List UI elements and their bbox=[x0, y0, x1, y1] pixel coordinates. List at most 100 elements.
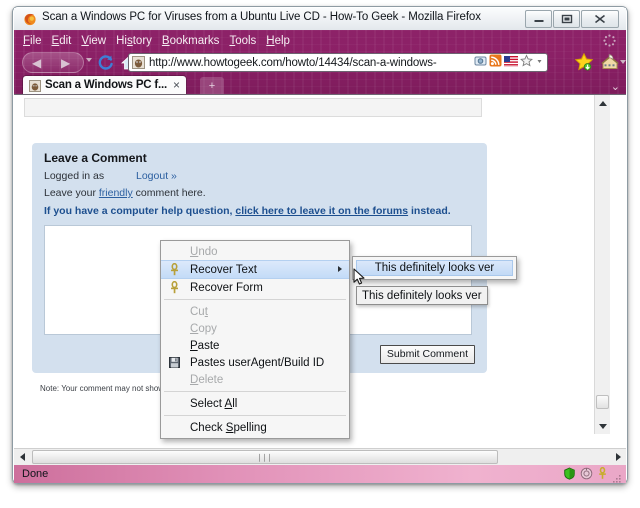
scroll-up-button[interactable] bbox=[595, 95, 610, 111]
menu-bookmarks[interactable]: Bookmarks bbox=[162, 35, 220, 47]
context-menu-item-label: Select All bbox=[190, 397, 238, 410]
addon-circle-icon[interactable] bbox=[580, 467, 593, 485]
context-menu-item-copy: Copy bbox=[161, 320, 349, 337]
submit-comment-button[interactable]: Submit Comment bbox=[379, 345, 475, 364]
bookmark-star-icon[interactable] bbox=[574, 52, 594, 72]
logout-link[interactable]: Logout » bbox=[136, 170, 177, 182]
recover-text-submenu[interactable]: This definitely looks ver bbox=[352, 256, 517, 280]
context-menu-item-delete: Delete bbox=[161, 371, 349, 388]
submenu-item-recovered-text[interactable]: This definitely looks ver bbox=[356, 260, 513, 276]
context-menu-separator bbox=[164, 391, 346, 392]
site-identity-icon bbox=[132, 56, 145, 69]
home-toolbar-icon[interactable] bbox=[600, 53, 620, 72]
context-menu-item-recover-form[interactable]: Recover Form bbox=[161, 279, 349, 296]
context-menu-item-label: Undo bbox=[190, 245, 218, 258]
context-menu-item-pastes-useragent[interactable]: Pastes userAgent/Build ID bbox=[161, 354, 349, 371]
context-menu-item-paste[interactable]: Paste bbox=[161, 337, 349, 354]
url-text[interactable]: http://www.howtogeek.com/howto/14434/sca… bbox=[149, 57, 474, 69]
scroll-right-button[interactable] bbox=[610, 449, 626, 465]
identity-camera-icon[interactable] bbox=[474, 54, 487, 71]
leave-comment-line: Leave your friendly comment here. bbox=[44, 187, 206, 199]
menu-tools[interactable]: Tools bbox=[229, 35, 256, 47]
menu-view[interactable]: View bbox=[81, 35, 106, 47]
tab-label: Scan a Windows PC f... bbox=[45, 79, 168, 91]
new-tab-button[interactable]: + bbox=[200, 77, 224, 94]
page-vertical-scrollbar[interactable] bbox=[594, 95, 610, 434]
context-menu-separator bbox=[164, 415, 346, 416]
resize-grip-icon[interactable] bbox=[612, 471, 622, 483]
tab-strip: Scan a Windows PC f... × + ⌄ bbox=[14, 76, 626, 94]
menu-file[interactable]: File bbox=[23, 35, 42, 47]
vertical-scroll-thumb[interactable] bbox=[596, 395, 609, 409]
scroll-left-button[interactable] bbox=[14, 449, 30, 465]
context-menu-item-check-spelling[interactable]: Check Spelling bbox=[161, 419, 349, 436]
help-prefix: If you have a computer help question, bbox=[44, 205, 236, 217]
forward-button[interactable]: ▶ bbox=[61, 56, 70, 70]
context-menu-item-label: Delete bbox=[190, 373, 224, 386]
url-bar[interactable]: http://www.howtogeek.com/howto/14434/sca… bbox=[128, 53, 548, 72]
bookmark-star-outline-icon[interactable] bbox=[520, 54, 533, 71]
window-controls bbox=[525, 10, 619, 28]
url-bar-icons bbox=[474, 54, 547, 71]
reload-icon[interactable] bbox=[96, 53, 115, 72]
toolbar-overflow-chevron-icon[interactable] bbox=[620, 60, 626, 64]
screenshot-root: Scan a Windows PC for Viruses from a Ubu… bbox=[0, 0, 640, 508]
logged-in-label: Logged in as bbox=[44, 170, 105, 182]
context-menu-item-label: Paste bbox=[190, 339, 220, 352]
site-favicon bbox=[29, 79, 41, 92]
menu-bar: File Edit View History Bookmarks Tools H… bbox=[14, 32, 290, 50]
menu-history[interactable]: History bbox=[116, 35, 152, 47]
navigation-toolbar: ◀ ▶ http://www.howtogeek.com/howto/14434… bbox=[14, 50, 626, 76]
context-menu-item-recover-text[interactable]: Recover Text bbox=[161, 260, 349, 279]
context-menu-item-label: Pastes userAgent/Build ID bbox=[190, 356, 325, 369]
scroll-thumb-grip: ∣∣∣ bbox=[257, 452, 273, 462]
minimize-button[interactable] bbox=[525, 10, 552, 28]
context-menu-item-label: Copy bbox=[190, 322, 217, 335]
chevron-down-icon[interactable] bbox=[86, 58, 92, 62]
panel-title: Leave a Comment bbox=[44, 151, 147, 165]
mouse-cursor-icon bbox=[353, 268, 366, 292]
ankh-icon bbox=[168, 280, 181, 294]
window-title: Scan a Windows PC for Viruses from a Ubu… bbox=[42, 11, 481, 23]
leave-suffix: comment here. bbox=[132, 187, 206, 199]
ankh-icon[interactable] bbox=[597, 466, 608, 485]
firefox-icon bbox=[23, 12, 37, 26]
back-forward-group: ◀ ▶ bbox=[22, 52, 84, 73]
status-bar: Done bbox=[14, 465, 626, 483]
friendly-link[interactable]: friendly bbox=[99, 187, 133, 199]
submenu-tooltip: This definitely looks ver bbox=[356, 286, 488, 305]
context-menu-item-label: Recover Form bbox=[190, 281, 263, 294]
context-menu-item-label: Cut bbox=[190, 305, 208, 318]
tab-active[interactable]: Scan a Windows PC f... × bbox=[23, 76, 187, 94]
page-horizontal-scrollbar[interactable]: ∣∣∣ bbox=[14, 448, 626, 465]
comment-moderation-note: Note: Your comment may not show up i bbox=[40, 384, 180, 393]
floppy-icon bbox=[168, 356, 181, 369]
submenu-arrow-icon bbox=[338, 266, 342, 272]
forums-link[interactable]: click here to leave it on the forums bbox=[235, 205, 408, 217]
context-menu[interactable]: Undo Recover Text Recover Form Cut Copy … bbox=[160, 240, 350, 439]
context-menu-item-cut: Cut bbox=[161, 303, 349, 320]
status-text: Done bbox=[22, 468, 49, 480]
help-suffix: instead. bbox=[408, 205, 451, 217]
url-dropdown-chevron-icon[interactable] bbox=[535, 54, 544, 71]
close-button[interactable] bbox=[581, 10, 619, 28]
horizontal-scroll-thumb[interactable]: ∣∣∣ bbox=[32, 450, 498, 464]
context-menu-item-label: Check Spelling bbox=[190, 421, 267, 434]
tab-list-chevron-icon[interactable]: ⌄ bbox=[611, 80, 620, 93]
rss-feed-icon[interactable] bbox=[489, 54, 502, 71]
context-menu-item-select-all[interactable]: Select All bbox=[161, 395, 349, 412]
maximize-button[interactable] bbox=[553, 10, 580, 28]
scroll-down-button[interactable] bbox=[595, 418, 610, 434]
throbber-icon bbox=[603, 34, 616, 47]
menu-edit[interactable]: Edit bbox=[52, 35, 72, 47]
page-header-placeholder bbox=[24, 98, 482, 117]
leave-prefix: Leave your bbox=[44, 187, 99, 199]
menu-help[interactable]: Help bbox=[266, 35, 290, 47]
tab-close-icon[interactable]: × bbox=[173, 78, 180, 92]
status-bar-icons bbox=[563, 466, 622, 485]
language-flag-icon[interactable] bbox=[504, 54, 518, 71]
title-bar: Scan a Windows PC for Viruses from a Ubu… bbox=[14, 8, 626, 30]
context-menu-item-label: Recover Text bbox=[190, 263, 257, 276]
back-button[interactable]: ◀ bbox=[32, 56, 41, 70]
shield-green-icon[interactable] bbox=[563, 467, 576, 485]
